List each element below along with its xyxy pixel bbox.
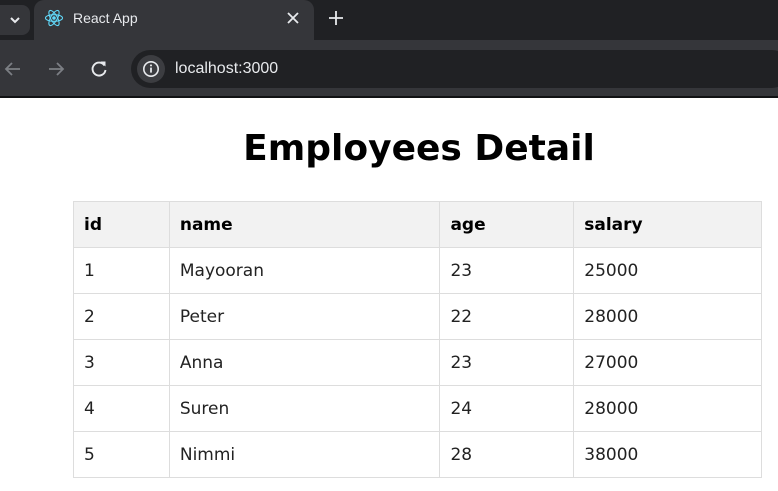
table-row: 3 Anna 23 27000 (73, 339, 762, 386)
cell-name: Nimmi (168, 431, 441, 478)
new-tab-plus-icon[interactable] (327, 9, 345, 27)
column-header-age: age (439, 201, 575, 248)
cell-name: Mayooran (168, 247, 441, 294)
forward-arrow-icon[interactable] (46, 59, 66, 79)
cell-name: Anna (168, 339, 441, 386)
tab-title: React App (73, 10, 138, 26)
cell-salary: 27000 (573, 339, 762, 386)
address-bar[interactable]: localhost:3000 (131, 50, 778, 88)
url-text: localhost:3000 (175, 60, 279, 77)
cell-id: 1 (73, 247, 170, 294)
tab-strip: React App (0, 0, 778, 40)
cell-age: 22 (439, 293, 575, 340)
cell-salary: 28000 (573, 385, 762, 432)
cell-name: Suren (168, 385, 441, 432)
table-row: 1 Mayooran 23 25000 (73, 247, 762, 294)
cell-age: 24 (439, 385, 575, 432)
cell-name: Peter (168, 293, 441, 340)
cell-salary: 28000 (573, 293, 762, 340)
cell-salary: 38000 (573, 431, 762, 478)
site-info-button[interactable] (137, 55, 165, 83)
cell-id: 2 (73, 293, 170, 340)
column-header-id: id (73, 201, 170, 248)
info-icon (143, 61, 159, 77)
table-header-row: id name age salary (73, 201, 762, 248)
cell-id: 5 (73, 431, 170, 478)
chevron-down-icon (10, 17, 20, 24)
back-arrow-icon[interactable] (3, 59, 23, 79)
reload-icon[interactable] (89, 59, 109, 79)
cell-age: 23 (439, 339, 575, 386)
table-row: 2 Peter 22 28000 (73, 293, 762, 340)
employees-table: id name age salary 1 Mayooran 23 25000 2… (73, 201, 762, 478)
cell-id: 4 (73, 385, 170, 432)
browser-toolbar: localhost:3000 (0, 40, 778, 98)
tab-search-button[interactable] (0, 5, 30, 35)
page-title: Employees Detail (243, 128, 595, 169)
table-row: 5 Nimmi 28 38000 (73, 431, 762, 478)
browser-tab[interactable]: React App (34, 0, 314, 40)
cell-age: 23 (439, 247, 575, 294)
cell-salary: 25000 (573, 247, 762, 294)
close-icon[interactable] (285, 10, 301, 26)
cell-age: 28 (439, 431, 575, 478)
column-header-name: name (168, 201, 441, 248)
cell-id: 3 (73, 339, 170, 386)
table-row: 4 Suren 24 28000 (73, 385, 762, 432)
react-logo-icon (44, 9, 64, 27)
column-header-salary: salary (573, 201, 762, 248)
